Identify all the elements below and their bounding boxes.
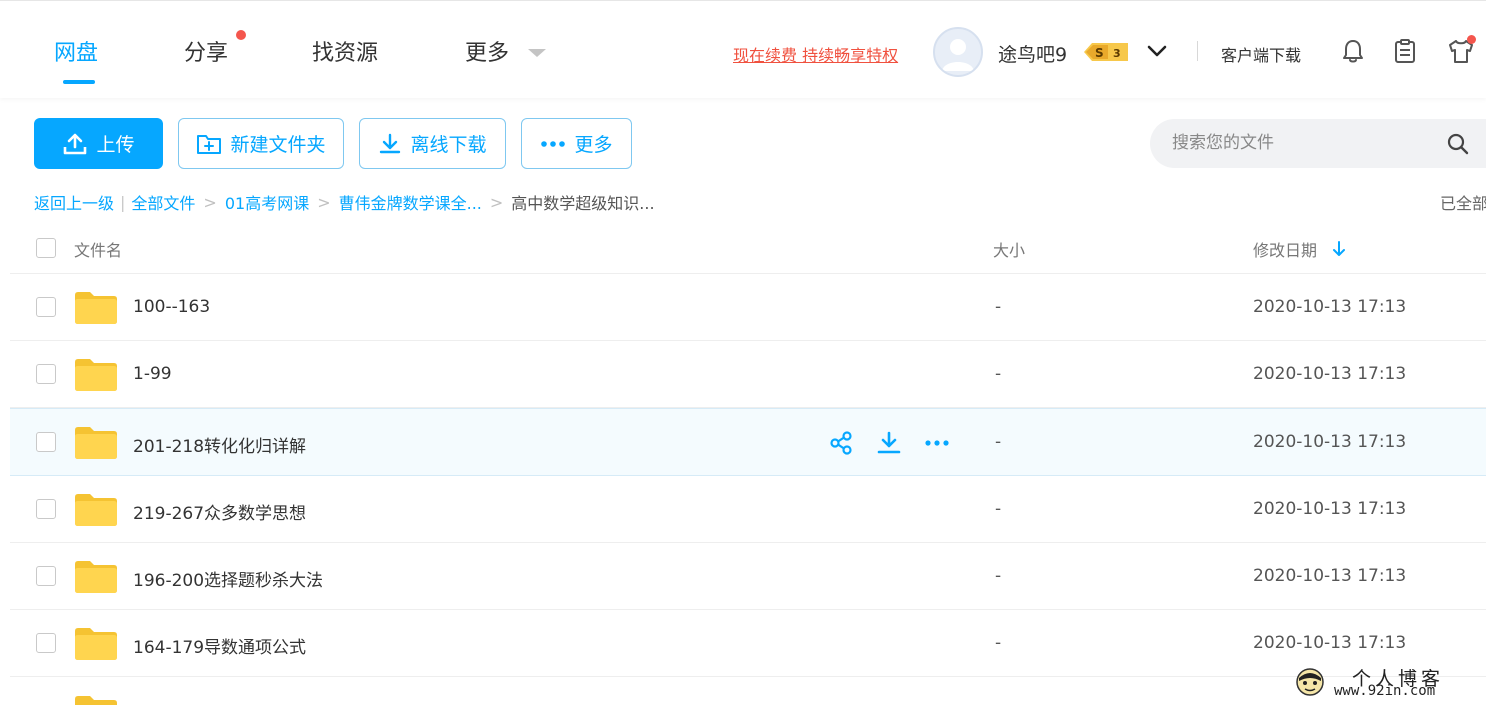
folder-icon xyxy=(75,359,117,391)
user-avatar-icon xyxy=(942,39,974,71)
upload-icon xyxy=(64,133,87,154)
breadcrumb-item-current: 高中数学超级知识... xyxy=(511,194,655,213)
file-modified-date: 2020-10-13 17:13 xyxy=(1253,499,1407,519)
folder-icon xyxy=(75,561,117,593)
file-size: - xyxy=(995,633,1002,653)
column-modified[interactable]: 修改日期 xyxy=(1253,237,1317,261)
select-all-checkbox[interactable] xyxy=(36,238,56,258)
table-row-hovered[interactable]: 201-218转化化归详解 - 2020-10-13 17:13 xyxy=(10,408,1486,476)
file-name[interactable]: 1-99 xyxy=(133,364,172,384)
folder-icon xyxy=(75,494,117,526)
file-list-header: 文件名 大小 修改日期 xyxy=(10,222,1486,274)
header-divider xyxy=(1197,41,1198,61)
row-checkbox[interactable] xyxy=(36,364,56,384)
more-dropdown-caret-icon[interactable] xyxy=(528,49,546,57)
file-modified-date: 2020-10-13 17:13 xyxy=(1253,297,1407,317)
more-actions-button[interactable]: 更多 xyxy=(521,118,632,169)
row-checkbox[interactable] xyxy=(36,432,56,452)
sort-desc-arrow-icon[interactable] xyxy=(1332,240,1346,258)
search-box xyxy=(1150,119,1486,168)
vip-level-badge-icon: S 3 xyxy=(1084,43,1128,61)
folder-icon-partial xyxy=(75,696,117,705)
new-folder-label: 新建文件夹 xyxy=(230,134,326,156)
file-modified-date: 2020-10-13 17:13 xyxy=(1253,566,1407,586)
file-modified-date: 2020-10-13 17:13 xyxy=(1253,364,1407,384)
file-size: - xyxy=(995,566,1002,586)
file-name[interactable]: 164-179导数通项公式 xyxy=(133,633,306,658)
file-size: - xyxy=(995,364,1002,384)
file-name[interactable]: 196-200选择题秒杀大法 xyxy=(133,566,323,591)
account-chevron-down-icon[interactable] xyxy=(1146,41,1168,61)
search-input[interactable] xyxy=(1172,131,1432,155)
skin-notification-dot xyxy=(1467,35,1476,44)
bell-icon[interactable] xyxy=(1339,37,1367,65)
more-actions-label: 更多 xyxy=(574,134,613,156)
file-size: - xyxy=(995,432,1002,452)
tab-netdisk[interactable]: 网盘 xyxy=(54,35,98,67)
row-checkbox[interactable] xyxy=(36,297,56,317)
file-modified-date: 2020-10-13 17:13 xyxy=(1253,633,1407,653)
offline-download-button[interactable]: 离线下载 xyxy=(359,118,506,169)
file-name[interactable]: 219-267众多数学思想 xyxy=(133,499,306,524)
upload-button[interactable]: 上传 xyxy=(34,118,163,169)
tab-share[interactable]: 分享 xyxy=(184,35,228,67)
breadcrumb-item-gaokao[interactable]: 01高考网课 xyxy=(225,190,309,214)
breadcrumb-separator: > xyxy=(317,192,331,212)
more-dots-icon[interactable] xyxy=(924,430,950,456)
top-header: 网盘 分享 找资源 更多 现在续费 持续畅享特权 途鸟吧9 S 3 客户端下载 xyxy=(0,0,1486,98)
row-checkbox[interactable] xyxy=(36,499,56,519)
share-icon[interactable] xyxy=(828,430,854,456)
blog-logo-icon xyxy=(1296,668,1324,696)
breadcrumb-separator: > xyxy=(489,192,504,212)
tab-more[interactable]: 更多 xyxy=(465,35,509,67)
upload-label: 上传 xyxy=(96,134,135,156)
table-row[interactable]: 196-200选择题秒杀大法 - 2020-10-13 17:13 xyxy=(10,543,1486,610)
column-size[interactable]: 大小 xyxy=(993,237,1025,261)
new-folder-icon xyxy=(197,134,222,154)
more-dots-icon xyxy=(541,140,566,147)
table-row[interactable]: 100--163 - 2020-10-13 17:13 xyxy=(10,274,1486,341)
username[interactable]: 途鸟吧9 xyxy=(998,40,1067,67)
row-checkbox[interactable] xyxy=(36,633,56,653)
vip-letter: S xyxy=(1095,46,1104,60)
search-icon[interactable] xyxy=(1446,132,1470,156)
clipboard-icon[interactable] xyxy=(1391,37,1419,65)
active-tab-indicator xyxy=(63,80,95,84)
file-name[interactable]: 100--163 xyxy=(133,297,210,317)
renew-vip-link[interactable]: 现在续费 持续畅享特权 xyxy=(733,42,898,66)
breadcrumb-separator: > xyxy=(203,192,217,212)
table-row[interactable]: 1-99 - 2020-10-13 17:13 xyxy=(10,341,1486,408)
folder-icon xyxy=(75,292,117,324)
new-folder-button[interactable]: 新建文件夹 xyxy=(178,118,344,169)
download-icon[interactable] xyxy=(876,430,902,456)
table-row[interactable]: 164-179导数通项公式 - 2020-10-13 17:13 xyxy=(10,610,1486,677)
file-modified-date: 2020-10-13 17:13 xyxy=(1253,432,1407,452)
breadcrumb-back-link[interactable]: 返回上一级 xyxy=(34,190,114,214)
row-checkbox[interactable] xyxy=(36,566,56,586)
breadcrumb-item-all-files[interactable]: 全部文件 xyxy=(131,190,195,214)
download-icon xyxy=(380,133,401,153)
watermark-url: www.92in.com xyxy=(1334,683,1436,699)
offline-download-label: 离线下载 xyxy=(410,134,487,156)
client-download-link[interactable]: 客户端下载 xyxy=(1221,42,1301,66)
folder-icon xyxy=(75,427,117,459)
file-size: - xyxy=(995,499,1002,519)
file-size: - xyxy=(995,297,1002,317)
avatar[interactable] xyxy=(933,27,983,77)
breadcrumb: 返回上一级 | 全部文件 > 01高考网课 > 曹伟金牌数学课全... > 高中… xyxy=(34,190,655,214)
share-notification-dot xyxy=(236,30,246,40)
folder-icon xyxy=(75,628,117,660)
vip-level: 3 xyxy=(1113,47,1121,60)
breadcrumb-item-course[interactable]: 曹伟金牌数学课全... xyxy=(339,190,482,214)
file-name[interactable]: 201-218转化化归详解 xyxy=(133,432,306,457)
column-name[interactable]: 文件名 xyxy=(74,237,122,261)
table-row[interactable]: 219-267众多数学思想 - 2020-10-13 17:13 xyxy=(10,476,1486,543)
tab-find-resources[interactable]: 找资源 xyxy=(312,35,378,67)
loaded-status: 已全部 xyxy=(1440,194,1486,213)
breadcrumb-divider: | xyxy=(120,192,126,212)
